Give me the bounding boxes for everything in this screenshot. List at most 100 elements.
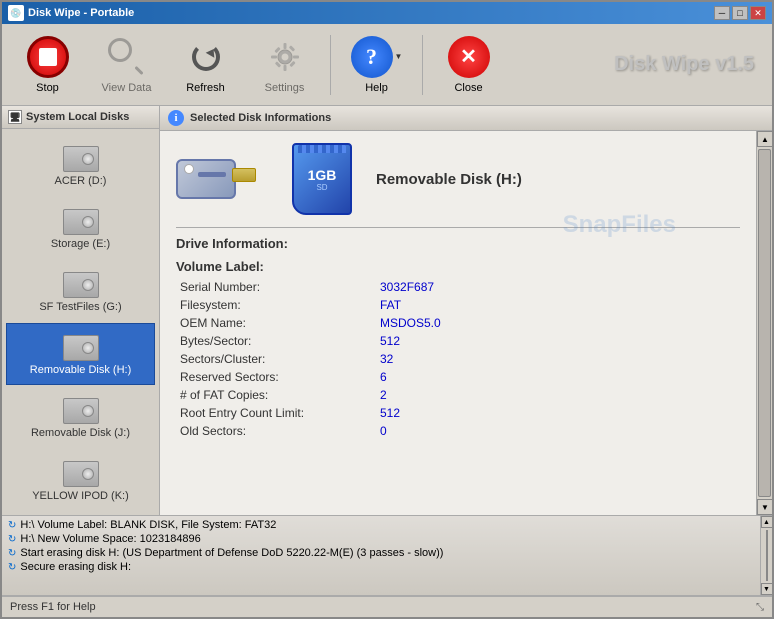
usb-drive-visual [176,144,276,214]
field-label-old-sectors: Old Sectors: [176,422,376,440]
log-scroll-thumb[interactable] [766,530,768,581]
stop-label: Stop [36,82,59,94]
main-window: 💿 Disk Wipe - Portable ─ □ ✕ Stop View D… [0,0,774,619]
hdd-body-6 [63,461,99,487]
sidebar-label-storage: Storage (E:) [51,238,110,250]
status-bar: ↻ H:\ Volume Label: BLANK DISK, File Sys… [2,515,772,595]
log-scrollbar[interactable]: ▲ ▼ [760,516,772,595]
log-arrow-4: ↻ [8,562,16,573]
hdd-body-3 [63,272,99,298]
table-row: # of FAT Copies: 2 [176,386,740,404]
disk-name: Removable Disk (H:) [376,171,522,188]
table-row: OEM Name: MSDOS5.0 [176,314,740,332]
field-value-old-sectors: 0 [376,422,740,440]
log-scroll-down[interactable]: ▼ [761,583,773,595]
sidebar-label-removable-h: Removable Disk (H:) [30,364,131,376]
view-data-icon [106,36,148,78]
close-button[interactable]: ✕ [750,6,766,20]
window-title: Disk Wipe - Portable [28,7,134,19]
field-label-reserved: Reserved Sectors: [176,368,376,386]
hdd-body [63,146,99,172]
toolbar-divider [330,35,331,95]
field-label-bps: Bytes/Sector: [176,332,376,350]
disk-icon-storage [60,206,102,238]
field-label-spc: Sectors/Cluster: [176,350,376,368]
help-label: Help [365,82,388,94]
view-data-button[interactable]: View Data [89,29,164,101]
field-value-root-entry: 512 [376,404,740,422]
sidebar-label-acer: ACER (D:) [55,175,107,187]
hdd-platter-5 [82,405,94,417]
status-bar-inner: ↻ H:\ Volume Label: BLANK DISK, File Sys… [2,516,772,595]
help-icon: ? [351,36,393,78]
table-row: Reserved Sectors: 6 [176,368,740,386]
log-area: ↻ H:\ Volume Label: BLANK DISK, File Sys… [2,516,760,595]
log-arrow-1: ↻ [8,520,16,531]
help-button[interactable]: ? ▼ Help [339,29,414,101]
close-app-button[interactable]: ✕ Close [431,29,506,101]
sidebar-item-removable-j[interactable]: Removable Disk (J:) [6,386,155,448]
settings-icon [264,36,306,78]
usb-connector [232,168,256,182]
log-line-1: ↻ H:\ Volume Label: BLANK DISK, File Sys… [8,518,754,532]
sidebar-item-storage[interactable]: Storage (E:) [6,197,155,259]
sd-stripe [298,145,346,153]
log-text-3: Start erasing disk H: (US Department of … [20,547,443,559]
title-controls: ─ □ ✕ [714,6,766,20]
sidebar-item-removable-h[interactable]: Removable Disk (H:) [6,323,155,385]
scroll-down-button[interactable]: ▼ [757,499,772,515]
field-label-oem: OEM Name: [176,314,376,332]
log-scroll-up[interactable]: ▲ [761,516,773,528]
disk-visual: 1GB SD Removable Disk (H:) [176,143,740,215]
close-app-icon: ✕ [448,36,490,78]
separator-1 [176,227,740,228]
refresh-button[interactable]: Refresh [168,29,243,101]
computer-icon: 🖥 [8,110,22,124]
field-value-fat-copies: 2 [376,386,740,404]
field-label-fat-copies: # of FAT Copies: [176,386,376,404]
scroll-thumb[interactable] [758,149,771,497]
table-row: Old Sectors: 0 [176,422,740,440]
sidebar-item-acer[interactable]: ACER (D:) [6,134,155,196]
disk-icon-removable-j [60,395,102,427]
app-icon: 💿 [8,5,24,21]
minimize-button[interactable]: ─ [714,6,730,20]
sidebar-item-testfiles[interactable]: SF TestFiles (G:) [6,260,155,322]
scroll-up-button[interactable]: ▲ [757,131,772,147]
sidebar-label-ipod: YELLOW IPOD (K:) [32,490,129,502]
maximize-button[interactable]: □ [732,6,748,20]
sidebar-item-ipod[interactable]: YELLOW IPOD (K:) [6,449,155,511]
disk-name-area: Removable Disk (H:) [376,171,522,188]
info-table: Serial Number: 3032F687 Filesystem: FAT … [176,278,740,440]
drive-info-title: Drive Information: [176,236,740,251]
stop-button[interactable]: Stop [10,29,85,101]
sidebar: 🖥 System Local Disks ACER (D:) [2,106,160,515]
refresh-label: Refresh [186,82,225,94]
field-value-oem: MSDOS5.0 [376,314,740,332]
resize-icon: ⤡ [756,602,764,613]
settings-button[interactable]: Settings [247,29,322,101]
view-data-label: View Data [102,82,152,94]
app-title: Disk Wipe v1.5 [614,53,764,76]
sidebar-header: 🖥 System Local Disks [2,106,159,129]
sidebar-list[interactable]: ACER (D:) Storage (E:) [2,129,159,515]
field-value-reserved: 6 [376,368,740,386]
field-label-filesystem: Filesystem: [176,296,376,314]
volume-label-title: Volume Label: [176,259,740,274]
table-row: Sectors/Cluster: 32 [176,350,740,368]
table-row: Bytes/Sector: 512 [176,332,740,350]
field-value-filesystem: FAT [376,296,740,314]
toolbar-divider-2 [422,35,423,95]
help-dropdown-arrow: ▼ [395,52,403,61]
main-area: 🖥 System Local Disks ACER (D:) [2,106,772,515]
content-scrollbar[interactable]: ▲ ▼ [756,131,772,515]
content-with-scroll: 1GB SD Removable Disk (H:) Drive Informa… [160,131,772,515]
gear-icon [267,39,303,75]
field-value-bps: 512 [376,332,740,350]
hdd-body-5 [63,398,99,424]
hdd-body-4 [63,335,99,361]
refresh-icon [185,36,227,78]
field-value-spc: 32 [376,350,740,368]
log-line-3: ↻ Start erasing disk H: (US Department o… [8,546,754,560]
table-row: Root Entry Count Limit: 512 [176,404,740,422]
